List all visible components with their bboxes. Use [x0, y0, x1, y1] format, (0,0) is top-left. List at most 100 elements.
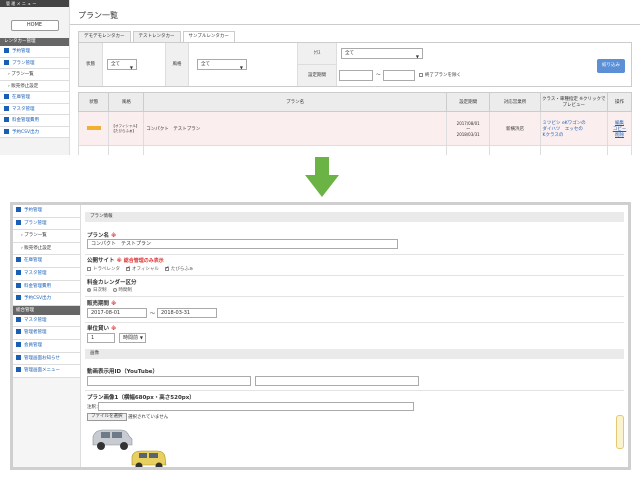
sidebar-item-label: 管理画面お知らせ: [24, 355, 60, 361]
menu-square-icon: [16, 354, 21, 360]
table-row: 【オフィシャル】【コピー】テストプラン2016/01/10〜新横浜店ミツビシ e…: [77, 145, 632, 155]
unit-input[interactable]: 1: [87, 333, 115, 343]
class-select[interactable]: 全て ▼: [341, 48, 423, 59]
checkbox-icon: [126, 265, 131, 271]
calendar-radio[interactable]: 日次制: [87, 287, 107, 293]
period-cell: 2016/01/10〜: [445, 145, 491, 155]
company-tab[interactable]: デモデモレンタカー: [78, 31, 131, 42]
site-checkbox[interactable]: トラベレンタ: [87, 266, 120, 272]
area-label: 風格: [165, 43, 189, 86]
exclude-ended-checkbox[interactable]: 終了プランを除く: [419, 72, 461, 78]
period-label: 設定期間: [297, 64, 337, 86]
sidebar-item[interactable]: プラン管理: [0, 57, 69, 69]
class-preview-link[interactable]: Kクラスの: [543, 132, 605, 138]
sidebar-item[interactable]: マスタ管理: [13, 314, 80, 328]
sidebar-item[interactable]: 在庫管理: [0, 92, 69, 104]
type-cell: 【オフィシャル】 【たびらふぁ】: [108, 111, 145, 146]
radio-icon: [112, 287, 117, 292]
action-link[interactable]: コピー: [610, 126, 629, 132]
sale-end-input[interactable]: 2018-03-31: [157, 308, 217, 318]
car-image-yellow: [131, 450, 167, 467]
calendar-radio-group: 日次制 時間制: [87, 287, 138, 293]
sidebar-item-label: 販売停止設定: [11, 83, 39, 89]
sidebar-item[interactable]: 料金管理費用: [13, 280, 80, 294]
menu-square-icon: [16, 295, 21, 301]
sidebar-item-label: 管理画面メニュー: [24, 368, 60, 374]
sidebar-item[interactable]: 料金管理費用: [0, 115, 69, 127]
company-tab[interactable]: サンプルレンタカー: [182, 31, 235, 42]
period-end-input[interactable]: [383, 70, 415, 81]
divider: [85, 275, 624, 276]
section-plan-info: プラン情報: [85, 212, 624, 222]
sidebar-item[interactable]: › 販売停止設定: [0, 80, 69, 92]
class-cell: ミツビシ eKワゴンの: [539, 145, 609, 155]
period-start-input[interactable]: [339, 70, 373, 81]
menu-square-icon: [16, 257, 21, 263]
file-status: 選択されていません: [128, 415, 169, 420]
status-badge: [86, 125, 101, 130]
type-line: 【たびらふぁ】: [111, 128, 136, 133]
menu-square-icon: [16, 316, 21, 322]
sidebar-item-label: 料金管理費用: [12, 118, 39, 123]
sidebar-item-label: プラン一覧: [24, 233, 47, 239]
sidebar-item[interactable]: › プラン一覧: [0, 69, 69, 81]
sidebar-item[interactable]: 予約管理: [13, 205, 80, 218]
site-checkbox[interactable]: オフィシャル: [126, 265, 159, 272]
sidebar-item[interactable]: › 販売停止設定: [13, 242, 80, 256]
section-image: 画像: [85, 349, 624, 359]
sidebar-item[interactable]: プラン管理: [13, 217, 80, 231]
video-id-input-2[interactable]: [255, 376, 419, 386]
sidebar-item[interactable]: 予約CSV出力: [13, 293, 80, 306]
top-main: プラン一覧 デモデモレンタカー テストレンタカー サンプルレンタカー 状態 全て ▼ …: [70, 0, 640, 155]
caption-input[interactable]: [98, 402, 414, 411]
sidebar-item[interactable]: 会員管理: [13, 339, 80, 353]
sidebar-item[interactable]: 予約CSV出力: [0, 126, 69, 138]
table-header: 対応営業所: [489, 92, 541, 112]
menu-square-icon: [4, 128, 9, 134]
company-tab[interactable]: テストレンタカー: [132, 31, 181, 42]
sidebar-item-label: 予約管理: [24, 208, 42, 213]
sale-start-input[interactable]: 2017-08-01: [87, 308, 147, 318]
table-header: プラン名: [143, 92, 447, 112]
sidebar-item[interactable]: 管理画面メニュー: [13, 365, 80, 378]
filter-search-button[interactable]: 絞り込み: [597, 59, 625, 73]
menu-square-icon: [16, 207, 21, 212]
area-select[interactable]: 全て ▼: [197, 59, 247, 70]
plan-image-label: プラン画像1（横幅680px・高さ520px）: [87, 395, 195, 401]
sidebar-item[interactable]: マスタ管理: [0, 103, 69, 115]
status-select[interactable]: 全て ▼: [107, 59, 137, 70]
sidebar-item[interactable]: 管理者管理: [13, 327, 80, 340]
sidebar-item-label: 予約CSV出力: [24, 296, 52, 302]
period-end: 2018/03/31: [456, 131, 480, 137]
plan-name-input[interactable]: コンパクト テストプラン: [87, 239, 398, 249]
class-label: ｸﾗｽ: [297, 43, 337, 64]
plan-name-cell: 【コピー】テストプラン: [143, 145, 447, 155]
calendar-radio[interactable]: 時間制: [112, 287, 132, 293]
menu-square-icon: [16, 329, 21, 335]
action-link[interactable]: 削除: [610, 132, 629, 138]
calendar-radio-label: 日次制: [93, 288, 107, 293]
sidebar-item[interactable]: 予約管理: [0, 46, 69, 58]
site-checkbox-label: オフィシャル: [132, 267, 159, 272]
file-select-button[interactable]: ファイルを選択: [87, 413, 127, 421]
sidebar-item[interactable]: マスタ管理: [13, 267, 80, 281]
sale-range-sep: 〜: [150, 311, 156, 317]
site-checkbox[interactable]: たびらふぁ: [164, 265, 193, 272]
company-tabs: デモデモレンタカー テストレンタカー サンプルレンタカー: [78, 31, 235, 42]
status-cell: [77, 145, 110, 155]
sidebar-item-label: 会員管理: [24, 342, 42, 348]
sidebar-header: 管 理 メ ニ ュ ー: [0, 0, 69, 7]
video-id-input-1[interactable]: [87, 376, 251, 386]
menu-square-icon: [16, 269, 21, 275]
class-cell: ミツビシ eKワゴンの ダイハツ エッセの Kクラスの: [539, 111, 609, 146]
feedback-side-tab[interactable]: [616, 415, 624, 449]
sidebar-item[interactable]: › プラン一覧: [13, 230, 80, 243]
sidebar-item[interactable]: 管理画面お知らせ: [13, 352, 80, 366]
unit-select[interactable]: 時間前 ▼: [119, 333, 146, 343]
arrow-down-icon: [305, 157, 339, 197]
home-button[interactable]: HOME: [10, 20, 59, 31]
sidebar-item-label: 在庫管理: [12, 95, 30, 100]
sidebar-item[interactable]: 在庫管理: [13, 255, 80, 268]
sidebar-item-label: マスタ管理: [12, 106, 35, 112]
bottom-sidebar: 予約管理 プラン管理 › プラン一覧 › 販売停止設定 在庫管理 マスタ管理 料金管理費用予…: [13, 205, 81, 467]
